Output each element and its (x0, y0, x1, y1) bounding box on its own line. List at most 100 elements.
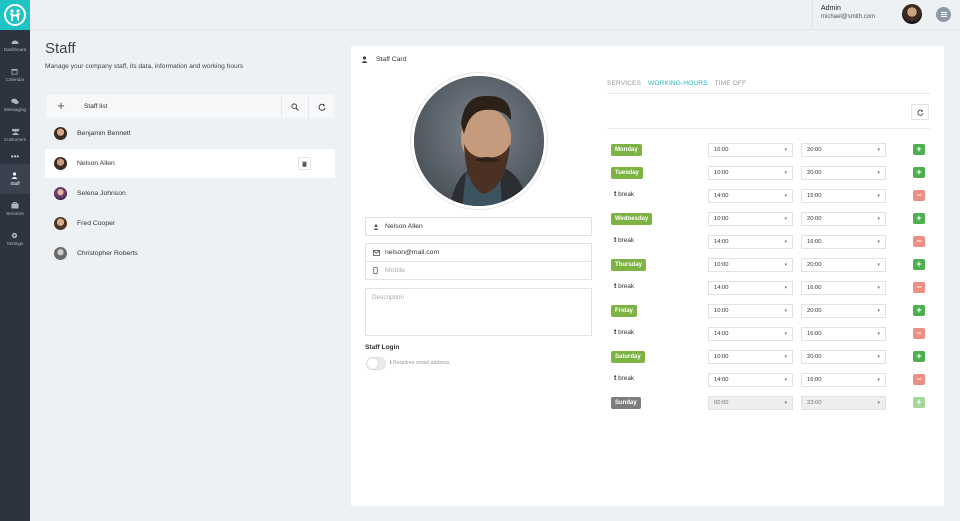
add-break-button[interactable]: + (913, 305, 925, 316)
app-logo[interactable] (0, 0, 30, 30)
menu-button[interactable] (936, 7, 951, 22)
nav-item-more[interactable]: ••• (0, 150, 30, 164)
end-time-select[interactable]: 15:00 (801, 189, 886, 203)
tab-services[interactable]: SERVICES (607, 80, 641, 93)
start-time-select[interactable]: 14:00 (708, 189, 793, 203)
start-time-select[interactable]: 10:00 (708, 212, 793, 226)
day-badge[interactable]: Friday (611, 305, 638, 317)
start-time-select[interactable]: 14:00 (708, 281, 793, 295)
customers-icon (11, 128, 20, 135)
nav-item-services[interactable]: Services (0, 194, 30, 224)
staff-description-field[interactable]: Description (365, 288, 592, 336)
calendar-icon (11, 68, 19, 75)
break-icon: t (614, 375, 617, 382)
staff-name: Selena Johnson (77, 190, 126, 197)
end-time-select[interactable]: 16:00 (801, 373, 886, 387)
remove-break-button[interactable]: − (913, 374, 925, 385)
nav-item-dashboard[interactable]: Dashboard (0, 30, 30, 60)
nav-item-label: Dashboard (3, 47, 27, 52)
start-time-select[interactable]: 16:00 (708, 143, 793, 157)
nav-item-label: Settings (6, 241, 24, 246)
envelope-icon (373, 249, 381, 256)
break-icon: t (614, 329, 617, 336)
day-badge[interactable]: Monday (611, 144, 642, 156)
day-badge[interactable]: Thursday (611, 259, 647, 271)
remove-break-button[interactable]: − (913, 282, 925, 293)
start-time-select[interactable]: 14:00 (708, 327, 793, 341)
delete-staff-button[interactable] (298, 157, 311, 170)
add-break-button[interactable]: + (913, 167, 925, 178)
end-time-select[interactable]: 20:00 (801, 350, 886, 364)
staff-list-item[interactable]: Fred Cooper (45, 209, 335, 239)
break-text: break (618, 375, 635, 382)
break-text: break (618, 329, 635, 336)
user-info[interactable]: Admin michael@smith.com (812, 0, 875, 30)
start-time-select[interactable]: 10:00 (708, 166, 793, 180)
staff-list-item[interactable]: Selena Johnson (45, 179, 335, 209)
staff-mobile-field[interactable]: Mobile (365, 261, 592, 280)
search-button[interactable] (281, 96, 307, 118)
staff-list-item[interactable]: Nelson Allen (45, 149, 335, 179)
user-email: michael@smith.com (821, 14, 876, 20)
day-badge[interactable]: Saturday (611, 351, 645, 363)
end-time-select[interactable]: 20:00 (801, 166, 886, 180)
staff-card-tabs: SERVICES WORKING-HOURS TIME OFF (607, 80, 930, 94)
staff-avatar (54, 217, 67, 230)
day-badge[interactable]: Wednesday (611, 213, 653, 225)
remove-break-button[interactable]: − (913, 328, 925, 339)
staff-email-field[interactable]: nelson@mail.com (365, 243, 592, 262)
day-badge[interactable]: Tuesday (611, 167, 643, 179)
break-text: break (618, 237, 635, 244)
dashboard-icon (11, 38, 19, 45)
end-time-select[interactable]: 16:00 (801, 327, 886, 341)
user-avatar[interactable] (902, 4, 922, 24)
staff-name: Benjamin Bennett (77, 130, 131, 137)
staff-login-toggle[interactable] (366, 357, 386, 370)
start-time-select[interactable]: 10:00 (708, 258, 793, 272)
staff-name-value: Nelson Allen (385, 223, 423, 230)
end-time-select[interactable]: 16:00 (801, 281, 886, 295)
nav-item-label: Services (6, 211, 24, 216)
start-time-select[interactable]: 10:00 (708, 350, 793, 364)
tab-working-hours[interactable]: WORKING-HOURS (648, 80, 708, 93)
start-time-select[interactable]: 00:00 (708, 396, 793, 410)
end-time-select[interactable]: 16:00 (801, 235, 886, 249)
break-label: t break (614, 283, 634, 290)
end-time-select[interactable]: 20:00 (801, 143, 886, 157)
nav-item-staff[interactable]: Staff (0, 164, 30, 194)
staff-name: Fred Cooper (77, 220, 116, 227)
refresh-list-button[interactable] (308, 96, 334, 118)
staff-list-item[interactable]: Christopher Roberts (45, 239, 335, 269)
nav-item-messaging[interactable]: Messaging (0, 90, 30, 120)
end-time-select[interactable]: 23:00 (801, 396, 886, 410)
end-time-select[interactable]: 20:00 (801, 304, 886, 318)
refresh-hours-button[interactable] (911, 104, 929, 120)
add-break-button[interactable]: + (913, 351, 925, 362)
add-break-button[interactable]: + (913, 397, 925, 408)
add-break-button[interactable]: + (913, 213, 925, 224)
end-time-select[interactable]: 20:00 (801, 258, 886, 272)
add-break-button[interactable]: + (913, 259, 925, 270)
start-time-select[interactable]: 14:00 (708, 235, 793, 249)
staff-mobile-placeholder: Mobile (385, 267, 406, 274)
day-row: Wednesday 10:00 20:00 + (611, 212, 929, 226)
staff-name-field[interactable]: Nelson Allen (365, 217, 592, 236)
nav-item-settings[interactable]: Settings (0, 224, 30, 254)
start-time-select[interactable]: 10:00 (708, 304, 793, 318)
break-label: t break (614, 375, 634, 382)
tab-time-off[interactable]: TIME OFF (715, 80, 747, 93)
nav-item-label: Staff (10, 181, 20, 186)
staff-photo[interactable] (411, 73, 547, 209)
break-label: t break (614, 237, 634, 244)
nav-item-calendar[interactable]: Calendar (0, 60, 30, 90)
end-time-select[interactable]: 20:00 (801, 212, 886, 226)
day-badge[interactable]: Sunday (611, 397, 641, 409)
remove-break-button[interactable]: − (913, 236, 925, 247)
nav-item-customers[interactable]: Customers (0, 120, 30, 150)
staff-list-item[interactable]: Benjamin Bennett (45, 119, 335, 149)
staff-list-panel: + Staff list Benjamin Bennett Nelson Alle… (45, 93, 335, 269)
start-time-select[interactable]: 14:00 (708, 373, 793, 387)
add-break-button[interactable]: + (913, 144, 925, 155)
add-staff-button[interactable]: + (55, 99, 67, 113)
remove-break-button[interactable]: − (913, 190, 925, 201)
